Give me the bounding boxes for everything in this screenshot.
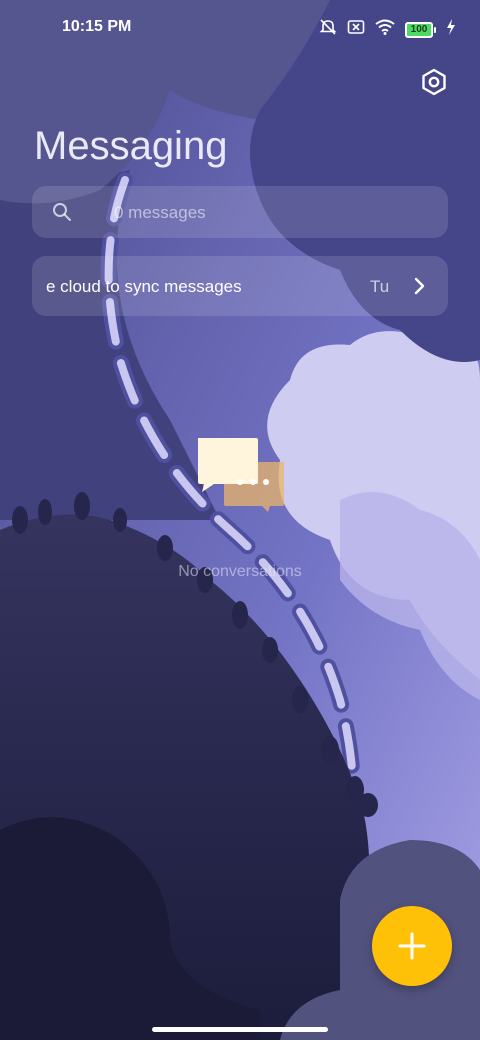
page-title: Messaging — [34, 124, 228, 168]
plus-icon — [398, 932, 426, 960]
status-time: 10:15 PM — [62, 18, 132, 35]
search-bar[interactable]: 0 messages — [32, 186, 448, 238]
search-icon — [52, 202, 72, 227]
cloud-sync-banner[interactable]: e cloud to sync messages Tu — [32, 256, 448, 316]
sync-banner-action[interactable]: Tu — [370, 277, 389, 297]
home-indicator[interactable] — [152, 1027, 328, 1032]
sync-banner-message: e cloud to sync messages — [46, 277, 242, 296]
chevron-right-icon[interactable] — [414, 276, 426, 301]
messaging-screen: 10:15 PM 100 Messaging 0 messages e clou… — [0, 0, 480, 1040]
status-bar: 10:15 PM 100 — [0, 0, 480, 56]
new-conversation-button[interactable] — [372, 906, 452, 986]
status-icons: 100 — [319, 18, 456, 41]
empty-state-text: No conversations — [178, 563, 302, 580]
battery-tip — [434, 26, 436, 33]
charging-icon — [446, 19, 456, 40]
battery-icon: 100 — [405, 21, 436, 38]
alarm-off-icon — [319, 18, 337, 41]
settings-button[interactable] — [418, 66, 450, 98]
chat-bubbles-icon — [196, 436, 286, 516]
search-placeholder: 0 messages — [114, 203, 206, 222]
settings-hexagon-icon — [422, 68, 446, 96]
no-sim-icon — [347, 19, 365, 40]
wifi-icon — [375, 19, 395, 40]
battery-level: 100 — [405, 21, 433, 38]
